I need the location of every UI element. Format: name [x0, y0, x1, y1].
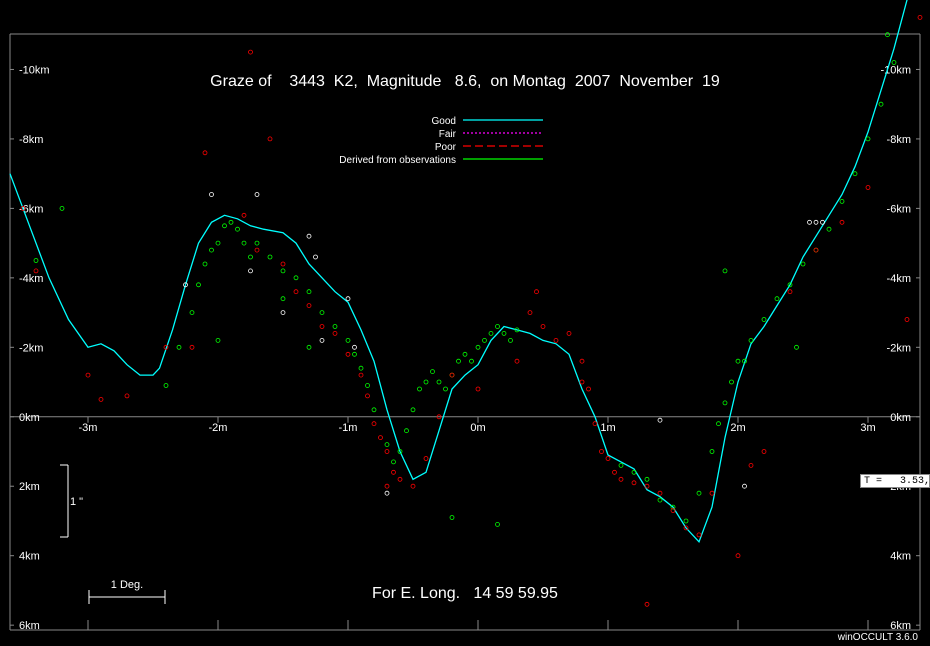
- x-tick-label: -2m: [209, 422, 228, 434]
- y-tick-label-right: -8km: [887, 134, 911, 146]
- cursor-readout: T = 3.53, D: [860, 474, 930, 488]
- vscale-label: 1 ": [70, 496, 83, 508]
- y-tick-label-left: -2km: [19, 342, 43, 354]
- y-tick-label-right: -2km: [887, 342, 911, 354]
- y-tick-label-left: 0km: [19, 412, 40, 424]
- x-tick-label: 2m: [730, 422, 745, 434]
- y-tick-label-left: 6km: [19, 620, 40, 632]
- hscale-label: 1 Deg.: [111, 579, 143, 591]
- y-tick-label-left: -10km: [19, 64, 50, 76]
- y-tick-label-left: -4km: [19, 273, 43, 285]
- x-tick-label: 0m: [470, 422, 485, 434]
- legend-label: Fair: [439, 129, 457, 140]
- x-tick-label: -3m: [79, 422, 98, 434]
- plot-background: [0, 0, 930, 646]
- y-tick-label-right: -4km: [887, 273, 911, 285]
- y-tick-label-right: -10km: [880, 64, 911, 76]
- y-tick-label-right: -6km: [887, 203, 911, 215]
- x-tick-label: 1m: [600, 422, 615, 434]
- x-tick-label: 3m: [860, 422, 875, 434]
- chart-title: Graze of 3443 K2, Magnitude 8.6, on Mont…: [210, 73, 720, 90]
- legend-label: Good: [432, 116, 456, 127]
- y-tick-label-right: 6km: [890, 620, 911, 632]
- y-tick-label-right: 4km: [890, 551, 911, 563]
- chart-subtitle: For E. Long. 14 59 59.95: [372, 585, 558, 602]
- legend-label: Derived from observations: [339, 155, 456, 166]
- y-tick-label-left: -8km: [19, 134, 43, 146]
- x-tick-label: -1m: [339, 422, 358, 434]
- graze-chart: -3m -2m -1m 0m 1m 2m 3m -10km -10km -8km -8km -6km -…: [0, 0, 930, 646]
- y-tick-label-left: 4km: [19, 551, 40, 563]
- legend-label: Poor: [435, 142, 457, 153]
- y-tick-label-left: 2km: [19, 481, 40, 493]
- y-tick-label-right: 0km: [890, 412, 911, 424]
- software-label: winOCCULT 3.6.0: [837, 632, 919, 643]
